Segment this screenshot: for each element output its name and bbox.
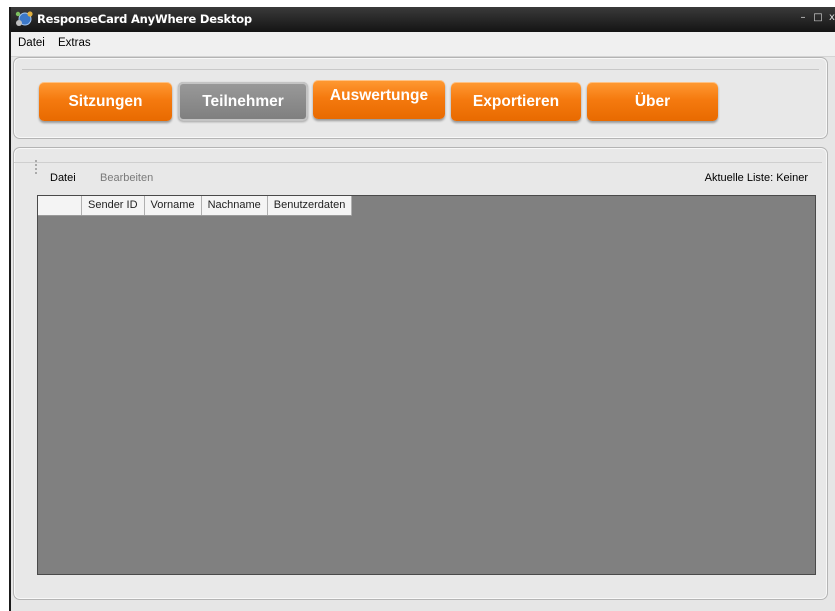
teilnehmer-button[interactable]: Teilnehmer (178, 82, 308, 121)
minimize-button[interactable]: – (797, 11, 809, 25)
column-header-nachname[interactable]: Nachname (202, 196, 268, 215)
ueber-button[interactable]: Über (587, 82, 718, 121)
navigation-panel: Sitzungen Teilnehmer Auswertunge Exporti… (13, 57, 828, 139)
column-header-vorname[interactable]: Vorname (145, 196, 202, 215)
grid-corner-cell[interactable] (38, 196, 82, 215)
maximize-button[interactable]: □ (812, 11, 824, 25)
network-globe-icon (14, 10, 34, 28)
column-header-sender-id[interactable]: Sender ID (82, 196, 145, 215)
menu-bar: Datei Extras (11, 32, 835, 57)
participants-grid[interactable]: Sender ID Vorname Nachname Benutzerdaten (37, 195, 816, 575)
submenu-datei[interactable]: Datei (50, 172, 76, 184)
panel-divider (22, 69, 819, 70)
window-title: ResponseCard AnyWhere Desktop (37, 12, 252, 26)
submenu-bearbeiten[interactable]: Bearbeiten (100, 172, 153, 184)
sitzungen-button[interactable]: Sitzungen (39, 82, 172, 121)
grid-header: Sender ID Vorname Nachname Benutzerdaten (38, 196, 353, 216)
menu-extras[interactable]: Extras (58, 37, 91, 49)
toolbar-grip-icon[interactable] (35, 160, 39, 174)
column-header-benutzerdaten[interactable]: Benutzerdaten (268, 196, 353, 215)
close-button[interactable]: x (826, 11, 835, 25)
toolbar-divider (14, 162, 822, 163)
menu-datei[interactable]: Datei (18, 37, 45, 49)
title-bar[interactable]: ResponseCard AnyWhere Desktop – □ x (11, 7, 835, 32)
auswertungen-button[interactable]: Auswertunge (313, 80, 445, 119)
participants-toolbar: Datei Bearbeiten Aktuelle Liste: Keiner (14, 160, 822, 188)
exportieren-button[interactable]: Exportieren (451, 82, 581, 121)
current-list-label: Aktuelle Liste: Keiner (704, 172, 808, 184)
